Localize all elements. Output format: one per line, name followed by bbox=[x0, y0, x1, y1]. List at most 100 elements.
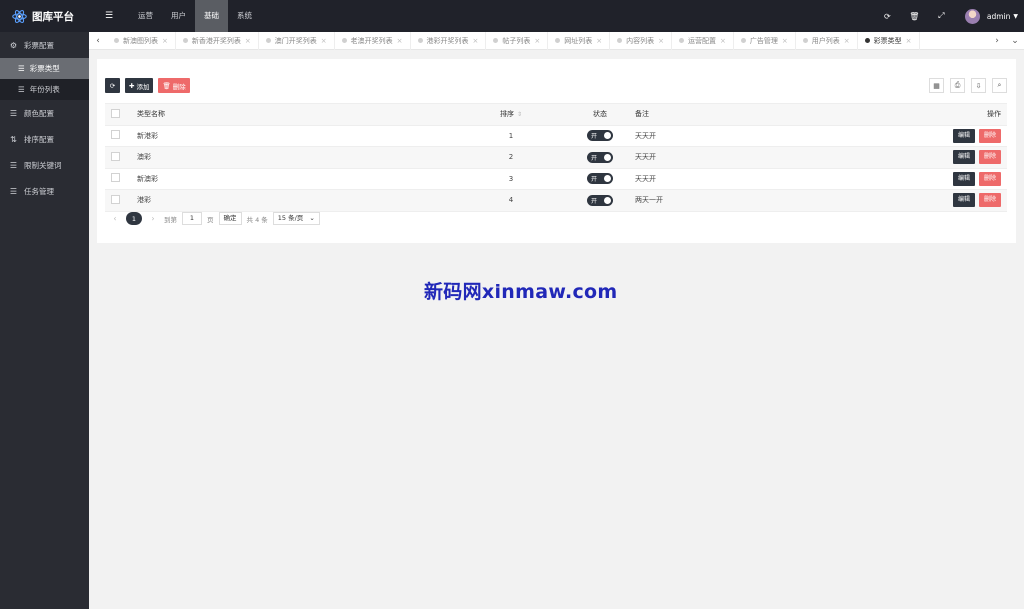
sidebar-item-sort-config[interactable]: ⇅ 排序配置 bbox=[0, 126, 89, 152]
close-icon[interactable]: × bbox=[162, 37, 168, 45]
refresh-button[interactable]: ⟳ bbox=[105, 78, 120, 93]
sidebar-item-label: 彩票类型 bbox=[29, 64, 60, 73]
tab-label: 港彩开奖列表 bbox=[426, 36, 469, 45]
top-nav-system[interactable]: 系统 bbox=[228, 0, 261, 32]
chevron-right-icon[interactable]: › bbox=[988, 36, 1006, 46]
close-icon[interactable]: × bbox=[473, 37, 479, 45]
header-sort[interactable]: 排序 ⇕ bbox=[451, 103, 571, 126]
close-icon[interactable]: × bbox=[782, 37, 788, 45]
tab-item[interactable]: 帖子列表 × bbox=[486, 31, 549, 50]
goto-confirm-button[interactable]: 确定 bbox=[218, 212, 242, 225]
close-icon[interactable]: × bbox=[720, 37, 726, 45]
close-icon[interactable]: × bbox=[321, 37, 327, 45]
close-icon[interactable]: × bbox=[596, 37, 602, 45]
columns-icon[interactable]: ▦ bbox=[929, 78, 944, 93]
tab-list: 新澳图列表 × 新香港开奖列表 × 澳门开奖列表 × 老澳开奖列表 × 港彩开奖列表 × 帖子列表 ×… bbox=[107, 31, 988, 50]
chevron-down-icon[interactable]: ▼ bbox=[1013, 13, 1018, 20]
top-nav-users[interactable]: 用户 bbox=[162, 0, 195, 32]
sidebar-item-color-config[interactable]: ☰ 颜色配置 bbox=[0, 100, 89, 126]
app-logo[interactable]: 图库平台 bbox=[0, 0, 89, 32]
close-icon[interactable]: × bbox=[658, 37, 664, 45]
row-checkbox[interactable] bbox=[111, 194, 120, 204]
sidebar-item-keyword-limit[interactable]: ☰ 限制关键词 bbox=[0, 152, 89, 178]
close-icon[interactable]: × bbox=[844, 37, 850, 45]
tab-item[interactable]: 新澳图列表 × bbox=[107, 31, 176, 50]
print-icon[interactable]: ⎙ bbox=[950, 78, 965, 93]
sort-arrows-icon[interactable]: ⇕ bbox=[517, 111, 522, 118]
edit-button[interactable]: 编辑 bbox=[952, 171, 975, 186]
close-icon[interactable]: × bbox=[245, 37, 251, 45]
row-delete-button[interactable]: 删除 bbox=[978, 128, 1001, 143]
cell-remark: 天天开 bbox=[629, 124, 927, 147]
tab-item[interactable]: 内容列表 × bbox=[610, 31, 672, 50]
sidebar-item-task-manage[interactable]: ☰ 任务管理 bbox=[0, 178, 89, 204]
data-table: 类型名称 排序 ⇕ 状态 备注 操作 新港彩 1 开天天开 编辑 删除 澳彩 2 开天天开 编辑删… bbox=[105, 103, 1007, 212]
menu-toggle-icon[interactable]: ☰ bbox=[89, 11, 129, 21]
top-nav-basic[interactable]: 基础 bbox=[195, 0, 228, 32]
fullscreen-icon[interactable]: ⤢ bbox=[928, 11, 955, 21]
tab-item[interactable]: 彩票类型 × bbox=[858, 31, 920, 50]
tab-item[interactable]: 用户列表 × bbox=[796, 31, 858, 50]
tab-dot-icon bbox=[679, 38, 684, 43]
table-row[interactable]: 港彩 4 开两天一开 编辑 删除 bbox=[105, 189, 1007, 212]
table-row[interactable]: 新港彩 1 开天天开 编辑 删除 bbox=[105, 124, 1007, 147]
close-icon[interactable]: × bbox=[906, 37, 912, 45]
cell-sort: 1 bbox=[451, 124, 571, 147]
delete-button[interactable]: 🗑 删除 bbox=[158, 78, 190, 93]
goto-page-input[interactable]: 1 bbox=[182, 212, 202, 225]
table-tools: ▦ ⎙ ⇩ ⌕ bbox=[929, 78, 1007, 93]
chevron-down-icon[interactable]: ⌄ bbox=[1006, 36, 1024, 46]
row-checkbox[interactable] bbox=[111, 173, 120, 183]
chevron-left-icon[interactable]: ‹ bbox=[89, 36, 107, 46]
status-toggle[interactable]: 开 bbox=[587, 194, 613, 206]
next-page-icon[interactable]: › bbox=[147, 214, 159, 223]
tab-item[interactable]: 网址列表 × bbox=[548, 31, 611, 50]
cell-name: 港彩 bbox=[131, 189, 451, 212]
cell-sort: 4 bbox=[451, 189, 571, 212]
tab-item[interactable]: 运营配置 × bbox=[672, 31, 734, 50]
trash-icon[interactable]: 🗑 bbox=[901, 12, 928, 21]
edit-button[interactable]: 编辑 bbox=[952, 150, 975, 165]
per-page-value: 15 条/页 bbox=[277, 214, 304, 222]
table-row[interactable]: 新澳彩 3 开天天开 编辑 删除 bbox=[105, 167, 1007, 190]
table-row[interactable]: 澳彩 2 开天天开 编辑 删除 bbox=[105, 146, 1007, 169]
search-icon[interactable]: ⌕ bbox=[992, 78, 1007, 93]
sidebar-group-label: 彩票配置 bbox=[24, 40, 54, 50]
export-icon[interactable]: ⇩ bbox=[971, 78, 986, 93]
prev-page-icon[interactable]: ‹ bbox=[109, 214, 121, 223]
close-icon[interactable]: × bbox=[534, 37, 540, 45]
row-checkbox[interactable] bbox=[111, 151, 120, 161]
tab-item[interactable]: 新香港开奖列表 × bbox=[176, 31, 259, 50]
row-delete-button[interactable]: 删除 bbox=[978, 171, 1001, 186]
close-icon[interactable]: × bbox=[397, 37, 403, 45]
status-toggle[interactable]: 开 bbox=[587, 151, 613, 163]
tab-item[interactable]: 港彩开奖列表 × bbox=[411, 31, 487, 50]
tab-dot-icon bbox=[114, 38, 119, 43]
sidebar-group-lottery-config[interactable]: ⚙ 彩票配置 bbox=[0, 32, 89, 58]
avatar[interactable] bbox=[964, 8, 980, 24]
refresh-icon[interactable]: ⟳ bbox=[874, 12, 901, 21]
sidebar-item-label: 年份列表 bbox=[29, 85, 60, 94]
tab-item[interactable]: 广告管理 × bbox=[734, 31, 796, 50]
sidebar-item-lottery-type[interactable]: ☰ 彩票类型 bbox=[0, 58, 89, 79]
select-all-checkbox[interactable] bbox=[111, 108, 120, 118]
tab-item[interactable]: 老澳开奖列表 × bbox=[335, 31, 411, 50]
edit-button[interactable]: 编辑 bbox=[952, 193, 975, 208]
username[interactable]: admin bbox=[987, 12, 1011, 21]
sidebar-item-year-list[interactable]: ☰ 年份列表 bbox=[0, 79, 89, 100]
row-delete-button[interactable]: 删除 bbox=[978, 193, 1001, 208]
row-checkbox[interactable] bbox=[111, 130, 120, 140]
sidebar: 图库平台 ⚙ 彩票配置 ☰ 彩票类型 ☰ 年份列表 ☰ 颜色配置 ⇅ 排序配置 … bbox=[0, 0, 89, 609]
cell-op: 编辑 删除 bbox=[927, 146, 1007, 169]
status-toggle[interactable]: 开 bbox=[587, 130, 613, 142]
add-button[interactable]: ✚ 添加 bbox=[125, 78, 154, 93]
per-page-select[interactable]: 15 条/页 ⌄ bbox=[272, 212, 320, 225]
top-nav-operations[interactable]: 运营 bbox=[129, 0, 162, 32]
tab-item[interactable]: 澳门开奖列表 × bbox=[259, 31, 335, 50]
edit-button[interactable]: 编辑 bbox=[952, 128, 975, 143]
row-delete-button[interactable]: 删除 bbox=[978, 150, 1001, 165]
tab-label: 运营配置 bbox=[688, 36, 716, 45]
page-current[interactable]: 1 bbox=[126, 212, 142, 225]
status-toggle[interactable]: 开 bbox=[587, 173, 613, 185]
tab-label: 内容列表 bbox=[626, 36, 655, 45]
